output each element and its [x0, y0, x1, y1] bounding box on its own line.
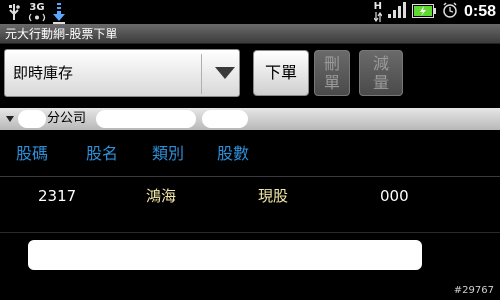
query-type-select[interactable]: 即時庫存 [4, 49, 240, 97]
column-header-stock-name[interactable]: 股名 [86, 144, 118, 164]
cell-stock-code: 2317 [38, 187, 77, 205]
signal-bars-icon [387, 2, 406, 22]
table-row[interactable]: 2317 鴻海 現股 000 [0, 180, 500, 216]
row-divider [0, 232, 500, 233]
redacted-footer-area [28, 240, 422, 270]
delete-order-button[interactable]: 刪單 [314, 50, 350, 96]
reduce-quantity-label: 減量 [372, 54, 389, 92]
query-type-value: 即時庫存 [13, 64, 74, 82]
select-divider [201, 54, 202, 94]
column-header-shares[interactable]: 股數 [217, 144, 249, 164]
battery-charging-icon [411, 3, 436, 22]
cell-category: 現股 [258, 187, 289, 205]
cell-shares: 000 [380, 187, 409, 205]
column-header-stock-code[interactable]: 股碼 [16, 144, 48, 164]
redacted-account-number [96, 110, 196, 128]
branch-account-bar[interactable]: 分公司 [0, 108, 500, 130]
cell-stock-name: 鴻海 [146, 187, 177, 205]
header-divider [0, 176, 500, 177]
chevron-down-icon[interactable] [215, 67, 235, 79]
redacted-branch-name [18, 110, 46, 128]
network-label: 3G [29, 2, 45, 13]
h-signal-icon: H [374, 2, 382, 22]
h-label: H [373, 1, 382, 12]
status-right-icons: H 0:58 [374, 2, 496, 22]
order-toolbar: 即時庫存 下單 刪單 減量 [0, 44, 500, 106]
branch-label: 分公司 [47, 111, 87, 126]
collapse-triangle-icon[interactable] [6, 116, 14, 122]
app-title: 元大行動網-股票下單 [5, 27, 118, 41]
network-3g-icon: 3G [28, 2, 46, 22]
status-bar: 3G H 0:58 [0, 0, 500, 24]
status-clock: 0:58 [463, 3, 496, 20]
image-watermark: #29767 [453, 285, 494, 296]
column-header-category[interactable]: 類別 [152, 144, 184, 164]
reduce-quantity-button[interactable]: 減量 [359, 50, 403, 96]
redacted-account-name [202, 110, 248, 128]
holdings-table-header: 股碼 股名 類別 股數 [0, 138, 500, 170]
delete-order-label: 刪單 [323, 54, 340, 92]
app-title-bar: 元大行動網-股票下單 [0, 24, 500, 44]
place-order-button[interactable]: 下單 [253, 50, 309, 96]
usb-icon [6, 2, 22, 26]
alarm-clock-icon [442, 2, 458, 22]
app-screen: 3G H 0:58 元大行動網-股票下單 即時庫存 下單 刪單 減量 分公司 股… [0, 0, 500, 300]
